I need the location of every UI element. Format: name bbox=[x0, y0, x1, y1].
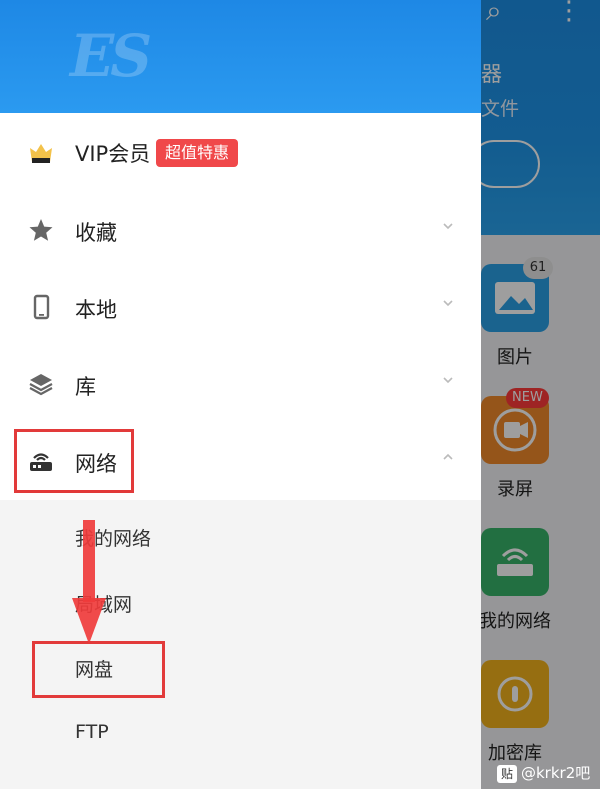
vip-label: VIP会员 bbox=[75, 142, 151, 166]
menu-item-favorites[interactable]: 收藏 bbox=[0, 193, 481, 269]
phone-icon bbox=[33, 294, 50, 320]
highlight-box-network bbox=[14, 429, 134, 493]
tieba-logo-icon: 贴 bbox=[497, 765, 517, 783]
drawer-header: ES bbox=[0, 0, 481, 113]
submenu-item-ftp[interactable]: FTP bbox=[75, 721, 109, 743]
vip-promo-badge: 超值特惠 bbox=[156, 139, 239, 167]
vip-row[interactable]: VIP会员 bbox=[0, 114, 481, 190]
watermark-text: @krkr2吧 bbox=[521, 764, 591, 782]
menu-item-library[interactable]: 库 bbox=[0, 347, 481, 423]
chevron-down-icon[interactable] bbox=[441, 373, 455, 387]
app-logo: ES bbox=[70, 22, 152, 90]
menu-item-local[interactable]: 本地 bbox=[0, 270, 481, 346]
chevron-up-icon[interactable] bbox=[441, 450, 455, 464]
menu-label-library: 库 bbox=[75, 375, 96, 399]
layers-icon bbox=[29, 374, 53, 396]
chevron-down-icon[interactable] bbox=[441, 219, 455, 233]
chevron-down-icon[interactable] bbox=[441, 296, 455, 310]
arrow-down-icon bbox=[72, 520, 106, 644]
highlight-box-netdisk bbox=[32, 641, 165, 698]
star-icon bbox=[29, 219, 53, 241]
watermark: 贴 @krkr2吧 bbox=[497, 762, 590, 783]
menu-label-local: 本地 bbox=[75, 298, 117, 322]
menu-label-favorites: 收藏 bbox=[75, 221, 117, 245]
vip-crown-icon bbox=[30, 144, 52, 163]
